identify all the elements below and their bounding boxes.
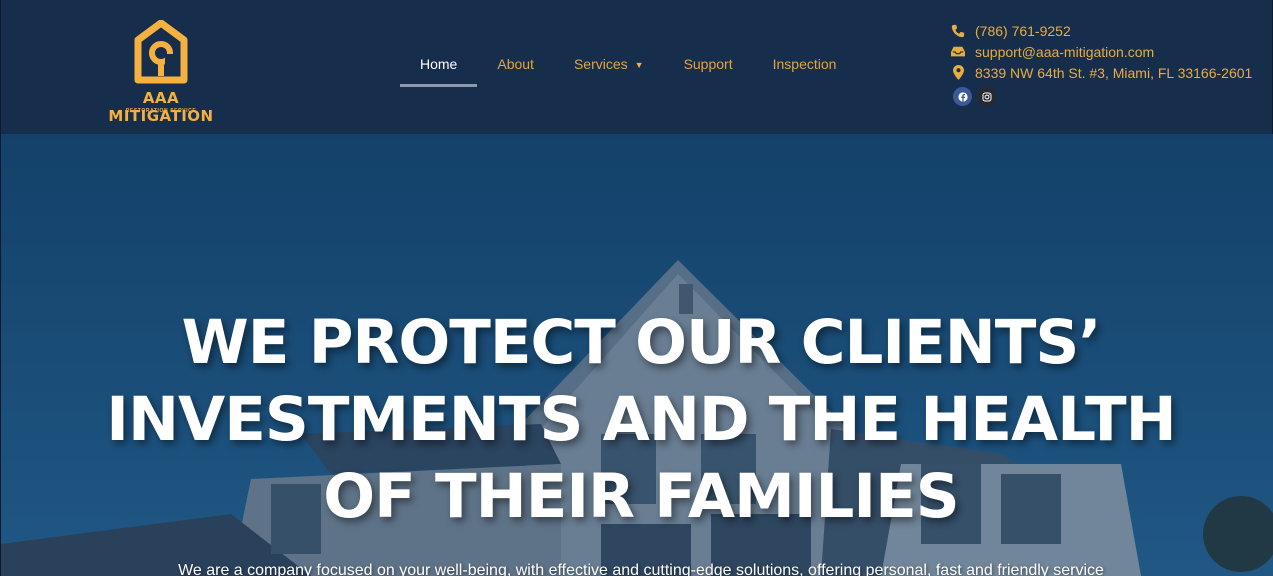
phone-number: (786) 761-9252: [975, 22, 1071, 39]
main-nav: Home About Services ▼ Support Inspection: [400, 44, 856, 88]
caret-down-icon[interactable]: ▼: [635, 45, 644, 85]
nav-item-label: Support: [683, 56, 733, 72]
logo-house-icon: [134, 20, 188, 84]
facebook-icon[interactable]: [953, 87, 972, 106]
email-link[interactable]: support@aaa-mitigation.com: [951, 41, 1271, 62]
nav-item-services[interactable]: Services ▼: [554, 44, 664, 85]
email-address: support@aaa-mitigation.com: [975, 43, 1155, 60]
instagram-icon[interactable]: [977, 87, 996, 106]
phone-link[interactable]: (786) 761-9252: [951, 20, 1271, 41]
street-address: 8339 NW 64th St. #3, Miami, FL 33166-260…: [975, 64, 1253, 81]
contact-info: (786) 761-9252 support@aaa-mitigation.co…: [951, 20, 1271, 106]
nav-item-support[interactable]: Support: [664, 44, 753, 85]
map-marker-icon: [951, 65, 965, 80]
nav-item-label: Inspection: [772, 56, 837, 72]
nav-item-label: Services: [573, 56, 628, 72]
nav-item-about[interactable]: About: [477, 44, 554, 85]
hero-section: WE PROTECT OUR CLIENTS’ INVESTMENTS AND …: [0, 134, 1273, 576]
nav-item-label: About: [497, 56, 534, 72]
brand-name: AAA MITIGATION: [108, 89, 214, 125]
nav-item-label: Home: [420, 56, 458, 72]
hero-subtitle: We are a company focused on your well-be…: [178, 562, 1104, 576]
inbox-icon: [951, 45, 965, 59]
hero-title: WE PROTECT OUR CLIENTS’ INVESTMENTS AND …: [106, 307, 1176, 532]
brand-tagline: RESTORATION SERVICE: [125, 108, 197, 114]
phone-icon: [951, 24, 965, 38]
social-links: [953, 87, 1271, 106]
logo[interactable]: AAA MITIGATION RESTORATION SERVICE: [91, 20, 231, 125]
site-header: AAA MITIGATION RESTORATION SERVICE Home …: [0, 0, 1273, 134]
address-link[interactable]: 8339 NW 64th St. #3, Miami, FL 33166-260…: [951, 62, 1271, 83]
nav-item-home[interactable]: Home: [400, 44, 478, 87]
nav-item-inspection[interactable]: Inspection: [753, 44, 857, 85]
